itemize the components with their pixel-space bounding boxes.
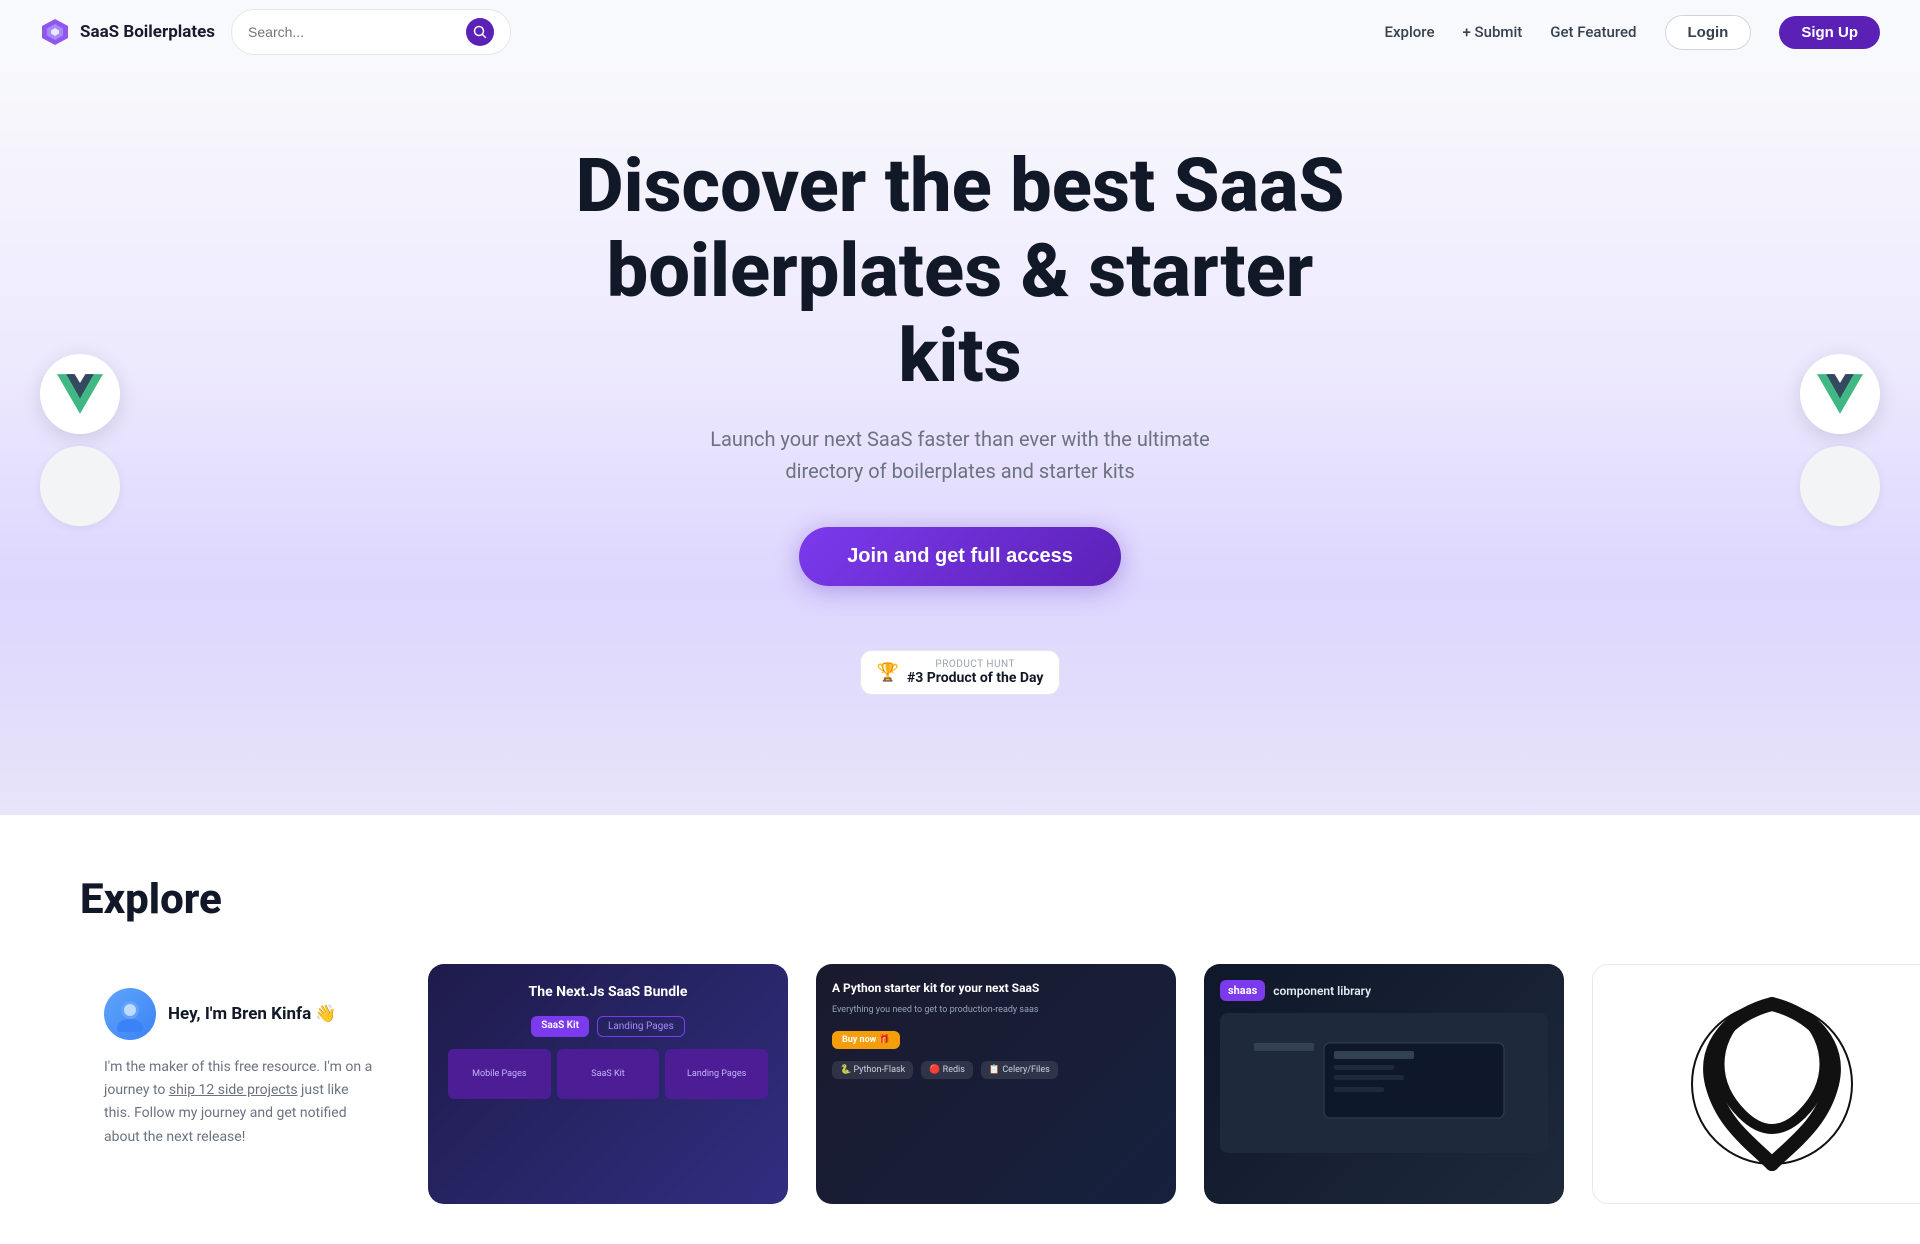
card3-header: shaas component library <box>1220 980 1548 1001</box>
avatar <box>104 988 156 1040</box>
hero-subtitle: Launch your next SaaS faster than ever w… <box>680 423 1240 487</box>
vue-logo-circle-right <box>1800 354 1880 434</box>
product-card-python[interactable]: A Python starter kit for your next SaaS … <box>816 964 1176 1204</box>
card-title: The Next.Js SaaS Bundle <box>448 984 768 1000</box>
card-title-python: A Python starter kit for your next SaaS <box>832 980 1160 997</box>
author-link[interactable]: ship 12 side projects <box>169 1082 298 1098</box>
grid-item-2: SaaS Kit <box>557 1049 660 1099</box>
avatar-image <box>112 996 148 1032</box>
card-btn-python: Buy now 🎁 <box>832 1031 900 1049</box>
logo[interactable]: SaaS Boilerplates <box>40 17 215 47</box>
product-hunt-badge: 🏆 PRODUCT HUNT #3 Product of the Day <box>860 650 1061 695</box>
logo-icon <box>40 17 70 47</box>
trophy-icon: 🏆 <box>877 662 899 683</box>
product-hunt-badge-wrapper: 🏆 PRODUCT HUNT #3 Product of the Day <box>40 618 1880 695</box>
badge-saas: SaaS Kit <box>531 1016 589 1037</box>
card-content-python: A Python starter kit for your next SaaS … <box>816 964 1176 1095</box>
author-name: Hey, I'm Bren Kinfa 👋 <box>168 1004 337 1024</box>
floating-bottom-right <box>1800 446 1880 526</box>
swirl-logo <box>1672 984 1872 1184</box>
signup-button[interactable]: Sign Up <box>1779 16 1880 49</box>
card-content-shaas: shaas component library <box>1204 964 1564 1169</box>
nav-right: Explore + Submit Get Featured Login Sign… <box>1385 15 1880 50</box>
logo-celery: 📋 Celery/Files <box>981 1061 1058 1079</box>
search-bar[interactable] <box>231 9 511 55</box>
search-input[interactable] <box>248 24 458 40</box>
ph-rank: #3 Product of the Day <box>907 670 1043 686</box>
card-content-nextjs: The Next.Js SaaS Bundle SaaS Kit Landing… <box>428 964 788 1119</box>
navbar: SaaS Boilerplates Explore + Submit Get F… <box>0 0 1920 64</box>
vue-logo-circle <box>40 354 120 434</box>
shaas-logo: shaas <box>1220 980 1265 1001</box>
logo-redis: 🔴 Redis <box>921 1061 973 1079</box>
card-logos: 🐍 Python-Flask 🔴 Redis 📋 Celery/Files <box>832 1061 1160 1079</box>
card3-title: component library <box>1273 984 1371 998</box>
ph-text: PRODUCT HUNT #3 Product of the Day <box>907 659 1043 686</box>
product-card-abstract[interactable] <box>1592 964 1920 1204</box>
grid-item-1: Mobile Pages <box>448 1049 551 1099</box>
floating-bottom-left <box>40 446 120 526</box>
card3-screenshot <box>1220 1013 1548 1153</box>
nav-left: SaaS Boilerplates <box>40 9 511 55</box>
card-sub-python: Everything you need to get to production… <box>832 1005 1160 1015</box>
logo-python: 🐍 Python-Flask <box>832 1061 913 1079</box>
explore-grid: Hey, I'm Bren Kinfa 👋 I'm the maker of t… <box>80 964 1840 1204</box>
floating-card-left <box>40 354 120 526</box>
login-button[interactable]: Login <box>1665 15 1752 50</box>
nav-submit[interactable]: + Submit <box>1463 23 1523 41</box>
card-content-abstract <box>1593 965 1920 1203</box>
vue-icon-right <box>1817 374 1863 414</box>
vue-icon <box>57 374 103 414</box>
search-button[interactable] <box>466 18 494 46</box>
floating-card-right <box>1800 354 1880 526</box>
grid-item-3: Landing Pages <box>665 1049 768 1099</box>
product-card-nextjs[interactable]: The Next.Js SaaS Bundle SaaS Kit Landing… <box>428 964 788 1204</box>
screenshot-mock <box>1244 1033 1524 1133</box>
hero-title: Discover the best SaaS boilerplates & st… <box>560 144 1360 399</box>
card-grid: Mobile Pages SaaS Kit Landing Pages <box>448 1049 768 1099</box>
hero-section: Discover the best SaaS boilerplates & st… <box>0 64 1920 815</box>
author-header: Hey, I'm Bren Kinfa 👋 <box>104 988 376 1040</box>
brand-name: SaaS Boilerplates <box>80 22 215 42</box>
explore-title: Explore <box>80 875 1840 924</box>
nav-get-featured[interactable]: Get Featured <box>1550 23 1636 41</box>
card-badges: SaaS Kit Landing Pages <box>448 1016 768 1037</box>
search-icon <box>473 25 487 39</box>
author-card: Hey, I'm Bren Kinfa 👋 I'm the maker of t… <box>80 964 400 1172</box>
explore-section: Explore Hey, I'm Bren Kinfa 👋 I'm the ma… <box>0 815 1920 1244</box>
author-bio: I'm the maker of this free resource. I'm… <box>104 1056 376 1148</box>
badge-landing: Landing Pages <box>597 1016 685 1037</box>
ph-platform: PRODUCT HUNT <box>907 659 1043 670</box>
product-card-shaas[interactable]: shaas component library <box>1204 964 1564 1204</box>
nav-explore[interactable]: Explore <box>1385 23 1435 41</box>
cta-button[interactable]: Join and get full access <box>799 527 1121 586</box>
